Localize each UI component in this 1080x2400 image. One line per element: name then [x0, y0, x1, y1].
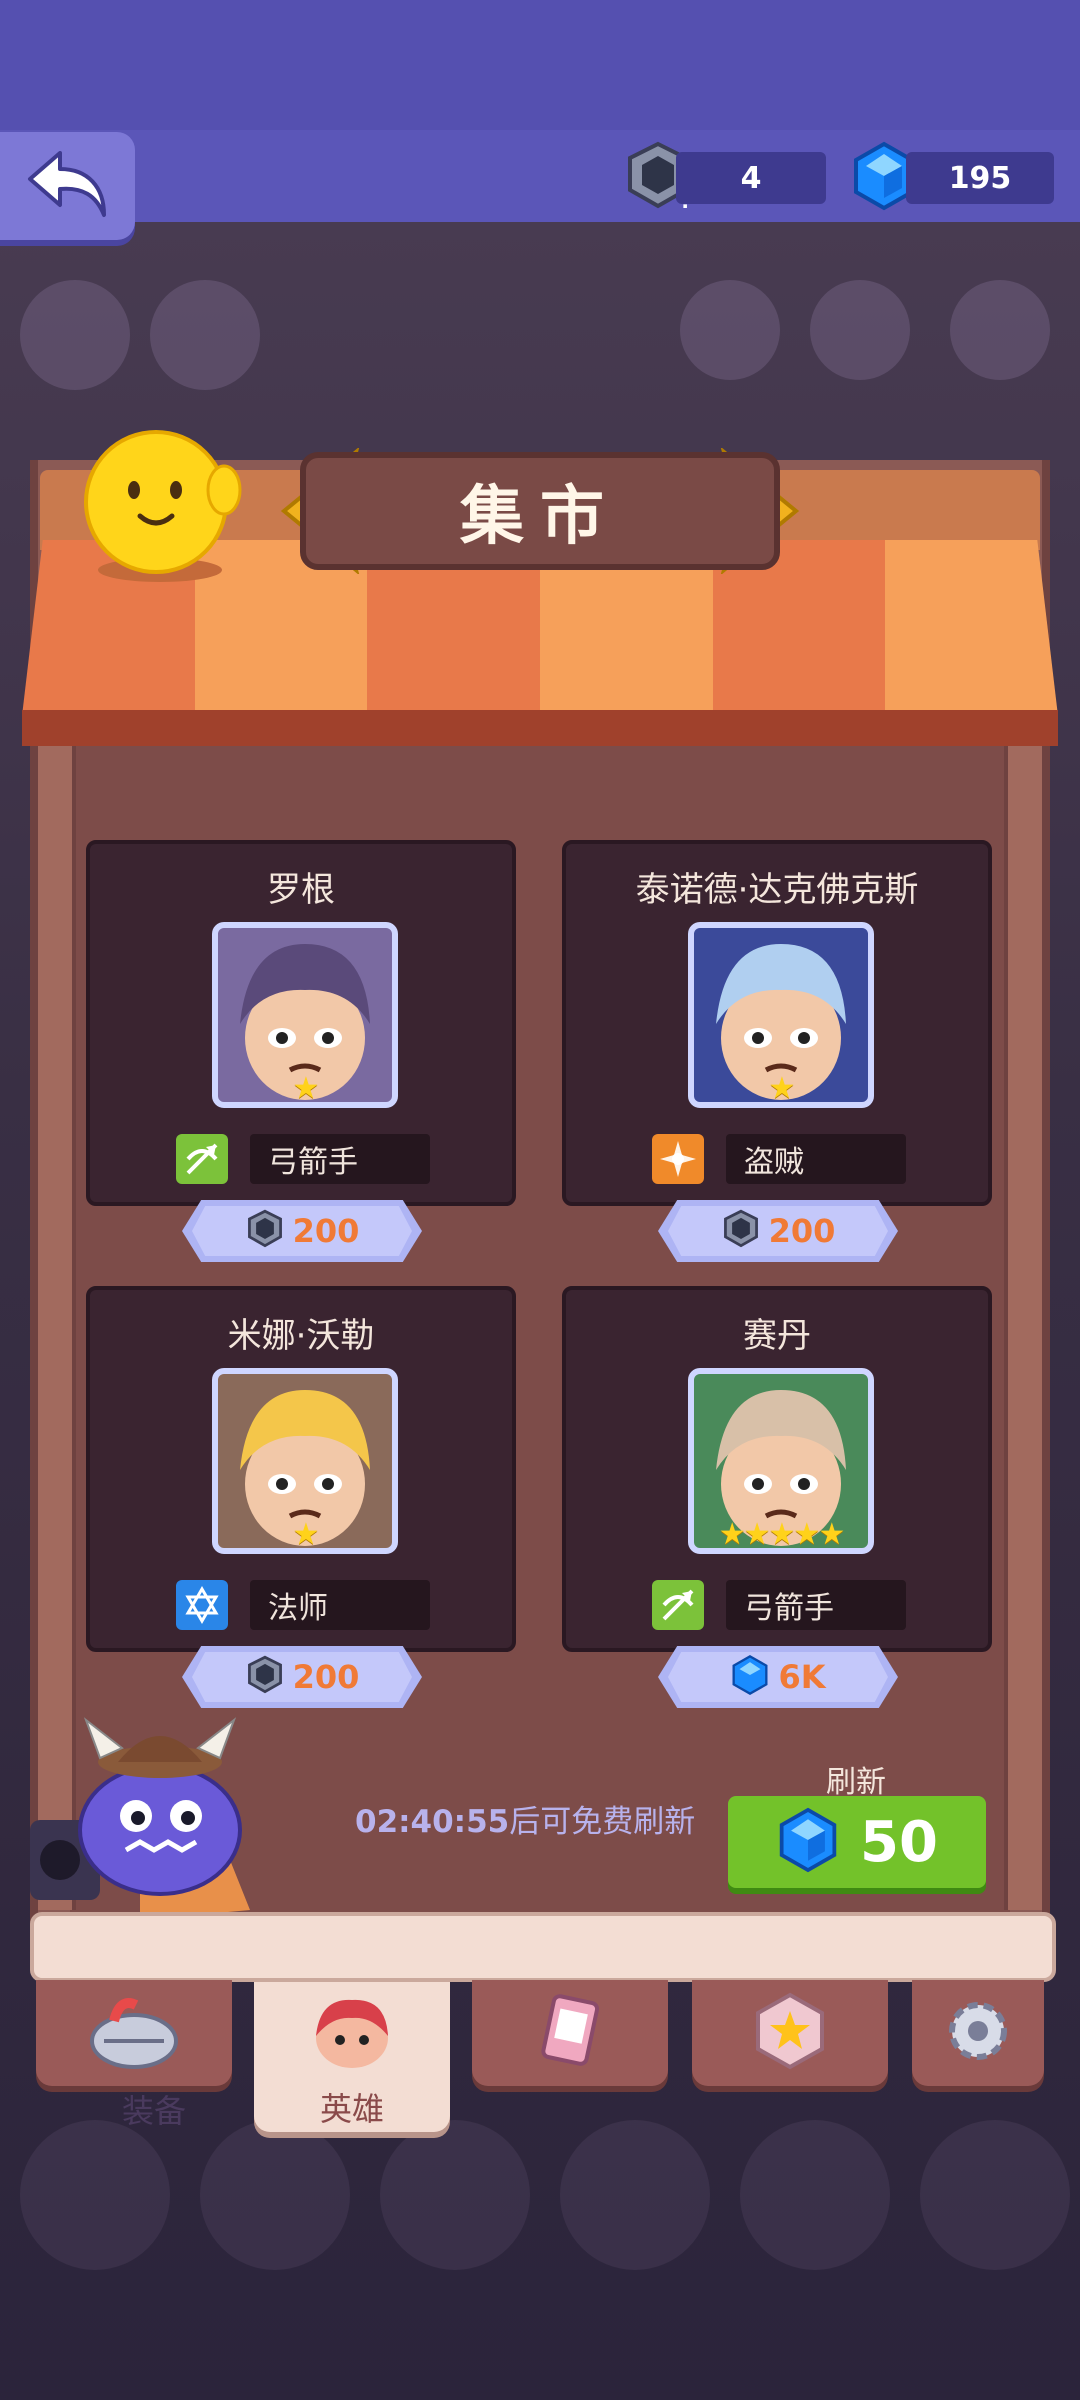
back-arrow-icon: [26, 147, 110, 225]
archer-class-icon: [652, 1580, 704, 1630]
gear-icon: [938, 1991, 1018, 2075]
hero-class: 弓箭手: [250, 1134, 430, 1184]
hero-name: 米娜·沃勒: [227, 1316, 375, 1356]
free-refresh-timer: 02:40:55后可免费刷新: [355, 1796, 695, 1841]
timer-value: 02:40:55: [355, 1804, 510, 1840]
gem-count: 195: [906, 152, 1054, 204]
back-button[interactable]: [0, 132, 135, 240]
tab-label: 装备: [122, 2092, 187, 2130]
star-rating: ★: [292, 1517, 320, 1552]
star-rating: ★: [292, 1071, 320, 1106]
shop-title: 集市: [460, 480, 620, 554]
timer-suffix: 后可免费刷新: [509, 1804, 696, 1840]
hero-class: 盗贼: [726, 1134, 906, 1184]
archer-class-icon: [176, 1134, 228, 1184]
tab-gear[interactable]: [912, 1980, 1044, 2086]
hero-name: 罗根: [267, 870, 335, 910]
hero-portrait[interactable]: ★: [688, 922, 874, 1108]
hero-name: 泰诺德·达克佛克斯: [635, 870, 919, 910]
hero-portrait[interactable]: ★: [212, 922, 398, 1108]
star-rating: ★★★★★: [718, 1517, 845, 1552]
hero-class: 法师: [250, 1580, 430, 1630]
hero-card[interactable]: 赛丹 ★★★★★ 弓箭手: [562, 1286, 992, 1652]
buy-hero-button[interactable]: 6K: [658, 1646, 898, 1708]
ticket-count: 4: [676, 152, 826, 204]
blue-gem-icon: [730, 1654, 770, 1700]
card-icon: [530, 1991, 610, 2075]
hero-ticket-icon: [245, 1655, 285, 1699]
hero-card[interactable]: 泰诺德·达克佛克斯 ★ 盗贼: [562, 840, 992, 1206]
buy-hero-button[interactable]: 200: [182, 1646, 422, 1708]
hero-price: 6K: [778, 1658, 826, 1696]
hero-portrait[interactable]: ★★★★★: [688, 1368, 874, 1554]
hero-price: 200: [292, 1212, 360, 1250]
shop-counter: [30, 1912, 1056, 1982]
star-badge-icon: [750, 1991, 830, 2075]
shop-title-plaque: 集市: [300, 452, 780, 570]
tab-label: 英雄: [319, 2090, 384, 2128]
helmet-icon: [84, 1991, 184, 2075]
horned-monster-mascot-icon: [30, 1710, 270, 1934]
buy-hero-button[interactable]: 200: [182, 1200, 422, 1262]
right-post: [1004, 720, 1042, 1910]
hero-portrait[interactable]: ★: [212, 1368, 398, 1554]
hero-ticket-icon: [245, 1209, 285, 1253]
tab-hero-face[interactable]: 英雄: [254, 1982, 450, 2132]
refresh-cost: 50: [860, 1809, 938, 1875]
hero-class: 弓箭手: [726, 1580, 906, 1630]
hero-name: 赛丹: [743, 1316, 811, 1356]
hero-card[interactable]: 罗根 ★ 弓箭手: [86, 840, 516, 1206]
hero-face-icon: [302, 1992, 402, 2076]
chick-mascot-icon: [64, 420, 250, 594]
tab-card[interactable]: [472, 1980, 668, 2086]
refresh-button[interactable]: 50: [728, 1796, 986, 1888]
tab-star-badge[interactable]: [692, 1980, 888, 2086]
hero-price: 200: [292, 1658, 360, 1696]
awning-edge: [22, 710, 1058, 746]
hero-ticket-icon: [721, 1209, 761, 1253]
tab-helmet[interactable]: [36, 1980, 232, 2086]
star-rating: ★: [768, 1071, 796, 1106]
refresh-label: 刷新: [826, 1765, 886, 1800]
mage-class-icon: [176, 1580, 228, 1630]
hero-card[interactable]: 米娜·沃勒 ★ 法师: [86, 1286, 516, 1652]
blue-gem-icon: [776, 1805, 840, 1879]
buy-hero-button[interactable]: 200: [658, 1200, 898, 1262]
rogue-class-icon: [652, 1134, 704, 1184]
hero-price: 200: [768, 1212, 836, 1250]
